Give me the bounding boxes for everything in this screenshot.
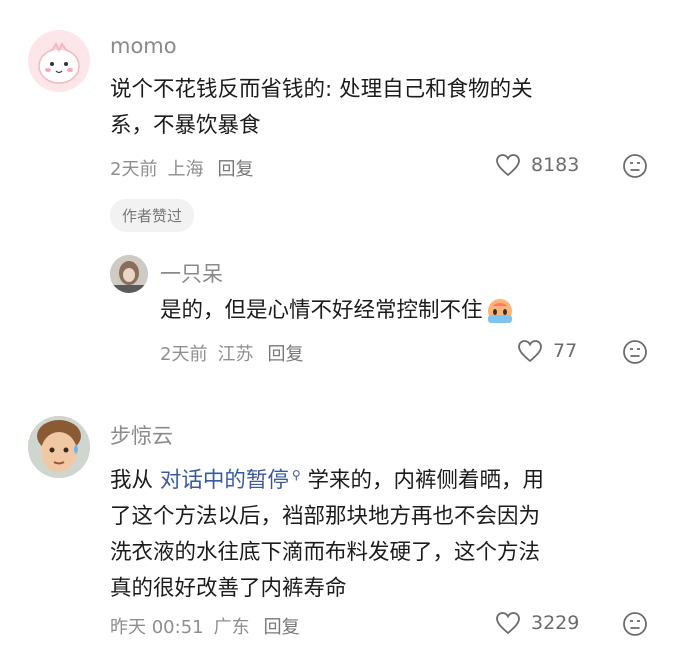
- reply-text-content: 是的，但是心情不好经常控制不住: [160, 298, 483, 323]
- search-icon[interactable]: ⚲: [292, 468, 301, 482]
- unhappy-face-icon: [623, 340, 647, 364]
- heart-icon: [518, 340, 542, 363]
- heart-icon: [496, 154, 520, 177]
- comment-text-line: 洗衣液的水往底下滴而布料发硬了，这个方法: [110, 540, 541, 566]
- comment-text-line: 我从 对话中的暂停 ⚲ 学来的，内裤侧着晒，用: [110, 457, 680, 499]
- dislike-button[interactable]: [622, 611, 648, 641]
- timestamp: 昨天 00:51: [110, 617, 204, 638]
- comment-meta: 昨天 00:51 广东 回复: [110, 613, 300, 639]
- comment-text: 说个不花钱反而省钱的: 处理自己和食物的关 系，不暴饮暴食: [110, 72, 670, 144]
- location: 上海: [167, 159, 204, 180]
- avatar[interactable]: [110, 255, 148, 293]
- dislike-button[interactable]: [622, 153, 648, 183]
- photo-avatar-icon: [110, 255, 148, 293]
- unhappy-face-icon: [623, 154, 647, 178]
- reply-text: 是的，但是心情不好经常控制不住: [160, 293, 515, 329]
- like-button[interactable]: 77: [517, 339, 577, 363]
- username[interactable]: 一只呆: [160, 258, 223, 288]
- heart-icon: [496, 612, 520, 635]
- reply-button[interactable]: 回复: [267, 340, 303, 366]
- search-link[interactable]: 对话中的暂停: [160, 468, 289, 493]
- username[interactable]: 步惊云: [110, 420, 173, 450]
- comment-text: 我从 对话中的暂停 ⚲ 学来的，内裤侧着晒，用 了这个方法以后，裆部那块地方再也不…: [110, 457, 680, 607]
- timestamp: 2天前: [110, 159, 158, 180]
- comment-meta: 2天前 上海 回复: [110, 155, 253, 181]
- username[interactable]: momo: [110, 34, 177, 58]
- avatar[interactable]: [28, 30, 90, 92]
- comment-text-line: 了这个方法以后，裆部那块地方再也不会因为: [110, 504, 541, 530]
- reply-meta: 2天前 江苏 回复: [160, 340, 303, 366]
- pink-cartoon-avatar-icon: [28, 30, 90, 92]
- like-count: 77: [553, 340, 578, 362]
- text-segment: 学来的，内裤侧着晒，用: [300, 468, 544, 494]
- like-button[interactable]: 8183: [495, 153, 579, 177]
- avatar[interactable]: [28, 416, 90, 478]
- like-count: 8183: [531, 154, 580, 176]
- like-count: 3229: [531, 612, 580, 634]
- child-face-avatar-icon: [28, 416, 90, 478]
- reply-button[interactable]: 回复: [264, 613, 300, 639]
- comment-text-line: 真的很好改善了内裤寿命: [110, 576, 347, 602]
- text-segment: 我从: [110, 468, 160, 494]
- comment-text-line: 系，不暴饮暴食: [110, 113, 261, 138]
- crying-face-emoji-icon: [487, 299, 512, 323]
- unhappy-face-icon: [623, 612, 647, 636]
- timestamp: 2天前: [160, 344, 208, 365]
- author-liked-badge: 作者赞过: [110, 199, 195, 232]
- location: 广东: [213, 617, 250, 638]
- like-button[interactable]: 3229: [495, 611, 579, 635]
- comment-text-line: 说个不花钱反而省钱的: 处理自己和食物的关: [110, 77, 533, 102]
- dislike-button[interactable]: [622, 339, 648, 369]
- reply-button[interactable]: 回复: [217, 155, 253, 181]
- location: 江苏: [217, 344, 254, 365]
